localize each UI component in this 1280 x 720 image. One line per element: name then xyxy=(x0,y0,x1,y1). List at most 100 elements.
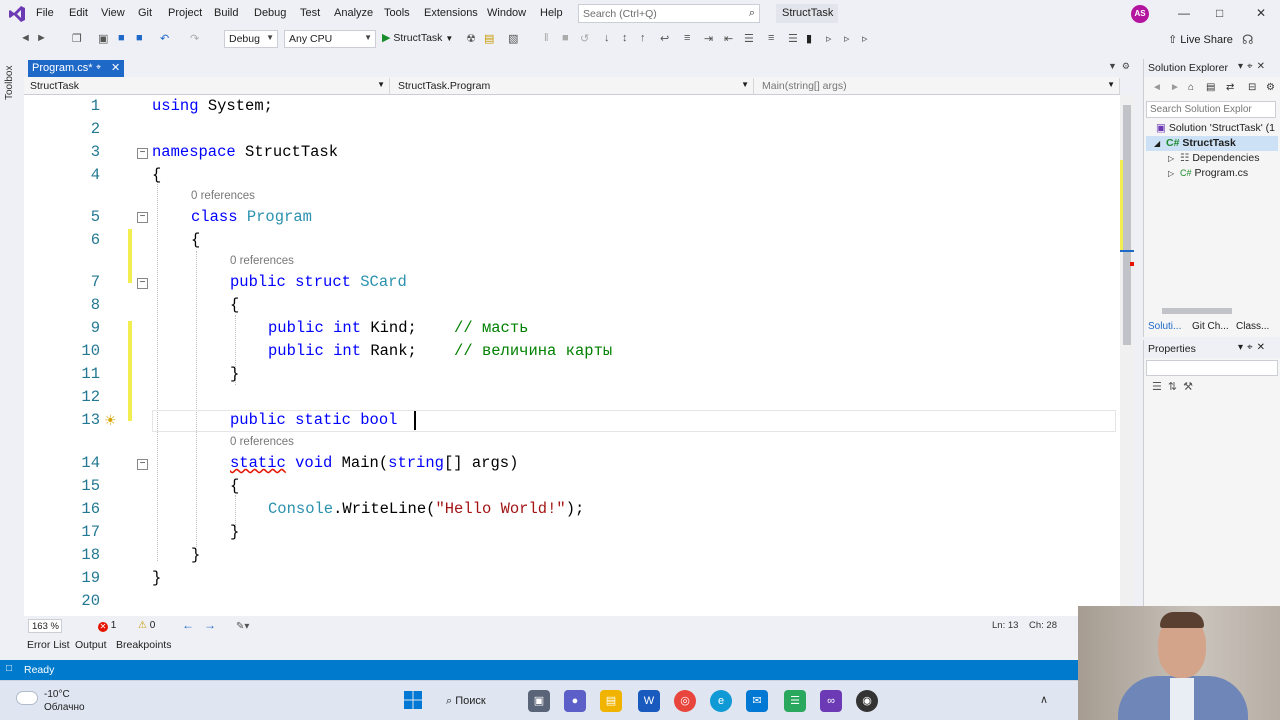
menu-build[interactable]: Build xyxy=(214,7,238,19)
next-bookmark-icon[interactable]: ▹ xyxy=(844,32,850,45)
properties-object-select[interactable] xyxy=(1146,360,1278,376)
restart-icon[interactable]: ↺ xyxy=(580,32,589,45)
menu-project[interactable]: Project xyxy=(168,7,202,19)
visual-studio-taskbar-icon[interactable]: ∞ xyxy=(820,690,842,712)
lightbulb-icon[interactable]: ☀ xyxy=(104,412,117,429)
categorized-icon[interactable]: ☰ xyxy=(1152,381,1168,393)
solution-horizontal-scrollbar[interactable] xyxy=(1148,306,1274,316)
format-icon[interactable]: ☰ xyxy=(744,32,754,45)
back-icon[interactable]: ◄ xyxy=(1152,82,1162,93)
prev-bookmark-icon[interactable]: ▹ xyxy=(826,32,832,45)
live-share-button[interactable]: ⇧ Live Share xyxy=(1168,33,1233,46)
scrollbar-thumb[interactable] xyxy=(1162,308,1232,314)
save-icon[interactable]: ■ xyxy=(118,32,125,44)
tab-program-cs[interactable]: Program.cs* ⌖ ✕ xyxy=(28,60,124,77)
codelens-references[interactable]: 0 references xyxy=(230,436,294,448)
dependencies-node[interactable]: ▷ ☷ Dependencies xyxy=(1168,152,1259,164)
platform-select[interactable]: Any CPU ▼ xyxy=(284,30,376,48)
menu-tools[interactable]: Tools xyxy=(384,7,410,19)
pause-icon[interactable]: ‖ xyxy=(544,32,549,44)
configuration-select[interactable]: Debug ▼ xyxy=(224,30,278,48)
wrench-icon[interactable]: ⚒ xyxy=(1183,381,1199,393)
open-file-icon[interactable]: ▣ xyxy=(98,32,108,45)
issue-navigation[interactable]: ← → ✎▾ xyxy=(182,618,249,632)
menu-help[interactable]: Help xyxy=(540,7,563,19)
zoom-select[interactable]: 163 % xyxy=(28,619,62,633)
arrow-left-icon[interactable]: ← xyxy=(182,618,194,632)
menu-window[interactable]: Window xyxy=(487,7,526,19)
uncomment-icon[interactable]: ≡ xyxy=(768,32,774,44)
bookmark-icon[interactable]: ▮ xyxy=(806,32,812,45)
home-icon[interactable]: ⌂ xyxy=(1188,82,1194,93)
step-into-icon[interactable]: ↓ xyxy=(604,32,610,44)
codelens-references[interactable]: 0 references xyxy=(230,255,294,267)
collapse-icon[interactable]: − xyxy=(137,148,148,159)
undo-icon[interactable]: ↶ xyxy=(160,32,169,45)
menu-debug[interactable]: Debug xyxy=(254,7,286,19)
list-icon[interactable]: ☰ xyxy=(788,32,798,45)
step-out-icon[interactable]: ↑ xyxy=(640,32,646,44)
project-node[interactable]: ◢ C# StructTask xyxy=(1154,137,1236,149)
notepad-icon[interactable]: ☰ xyxy=(784,690,806,712)
solution-node[interactable]: ▣ Solution 'StructTask' (1 xyxy=(1156,122,1275,134)
tab-error-list[interactable]: Error List xyxy=(27,639,70,651)
word-icon[interactable]: W xyxy=(638,690,660,712)
panel-controls[interactable]: ▾⌖✕ xyxy=(1238,61,1269,72)
project-dropdown[interactable]: StructTask ▼ xyxy=(24,78,390,94)
windows-start-icon[interactable] xyxy=(402,690,424,712)
taskbar-search-button[interactable]: ⌕ Поиск xyxy=(446,690,510,712)
pin-icon[interactable]: ⌖ xyxy=(96,62,101,73)
redo-icon[interactable]: ↷ xyxy=(190,32,199,45)
alphabetical-icon[interactable]: ⇅ xyxy=(1168,381,1183,393)
arrow-right-icon[interactable]: → xyxy=(204,618,216,632)
chrome-icon[interactable]: ◎ xyxy=(674,690,696,712)
back-icon[interactable]: ◄ xyxy=(20,32,31,44)
collapse-icon[interactable]: − xyxy=(137,459,148,470)
menu-analyze[interactable]: Analyze xyxy=(334,7,373,19)
tab-class-view[interactable]: Class... xyxy=(1236,321,1269,332)
menu-edit[interactable]: Edit xyxy=(69,7,88,19)
properties-icon[interactable]: ⚙ xyxy=(1266,82,1275,93)
new-project-icon[interactable]: ❐ xyxy=(72,32,82,45)
file-explorer-icon[interactable]: ▤ xyxy=(600,690,622,712)
show-next-statement-icon[interactable]: ↩ xyxy=(660,32,669,45)
cloud-icon[interactable] xyxy=(16,691,38,705)
forward-icon[interactable]: ► xyxy=(36,32,47,44)
close-icon[interactable]: ✕ xyxy=(1256,6,1266,20)
brush-icon[interactable]: ✎▾ xyxy=(236,621,249,632)
task-view-icon[interactable]: ▣ xyxy=(528,690,550,712)
tab-solution-explorer[interactable]: Soluti... xyxy=(1148,321,1181,332)
menu-git[interactable]: Git xyxy=(138,7,152,19)
stop-icon[interactable]: ■ xyxy=(562,32,569,44)
maximize-icon[interactable]: □ xyxy=(1216,6,1223,20)
menu-view[interactable]: View xyxy=(101,7,125,19)
close-icon[interactable]: ✕ xyxy=(111,61,120,74)
code-editor[interactable]: 1 2 3 4 5 6 7 8 9 10 11 12 13 14 15 16 1… xyxy=(24,95,1120,616)
step-over-icon[interactable]: ↕ xyxy=(622,32,628,44)
indent-icon[interactable]: ⇥ xyxy=(704,32,713,45)
tab-overflow-icon[interactable]: ▼ ⚙ xyxy=(1108,61,1130,72)
minimize-icon[interactable]: — xyxy=(1178,6,1190,20)
outdent-icon[interactable]: ⇤ xyxy=(724,32,733,45)
menu-test[interactable]: Test xyxy=(300,7,320,19)
mail-icon[interactable]: ✉ xyxy=(746,690,768,712)
camera-icon[interactable]: ▧ xyxy=(508,32,518,45)
collapse-all-icon[interactable]: ⊟ xyxy=(1248,82,1256,93)
collapse-icon[interactable]: − xyxy=(137,212,148,223)
hot-reload-icon[interactable]: ☢ xyxy=(466,32,476,45)
system-tray[interactable]: ∧ xyxy=(1040,693,1048,706)
menu-extensions[interactable]: Extensions xyxy=(424,7,478,19)
toolbox-tab[interactable]: Toolbox xyxy=(4,60,15,100)
tab-git-changes[interactable]: Git Ch... xyxy=(1192,321,1229,332)
folder-icon[interactable]: ▤ xyxy=(484,32,494,45)
collapse-icon[interactable]: − xyxy=(137,278,148,289)
save-all-icon[interactable]: ■ xyxy=(136,32,143,44)
avatar[interactable]: AS xyxy=(1131,5,1149,23)
forward-icon[interactable]: ► xyxy=(1170,82,1180,93)
panel-controls[interactable]: ▾⌖✕ xyxy=(1238,342,1269,353)
edge-icon[interactable]: e xyxy=(710,690,732,712)
sync-icon[interactable]: ⇄ xyxy=(1226,82,1234,93)
chevron-up-icon[interactable]: ∧ xyxy=(1040,694,1048,706)
run-button[interactable]: ▶ StructTask ▼ xyxy=(382,31,453,48)
warning-count[interactable]: ⚠ 0 xyxy=(138,620,155,631)
